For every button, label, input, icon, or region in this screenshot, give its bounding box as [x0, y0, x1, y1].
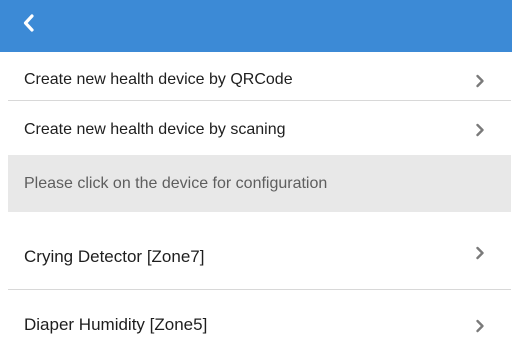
create-by-qrcode-label: Create new health device by QRCode — [24, 71, 293, 88]
chevron-right-icon — [476, 319, 484, 333]
chevron-right-icon — [476, 74, 484, 88]
device-item-crying-detector[interactable]: Crying Detector [Zone7] — [8, 212, 511, 290]
create-by-scanning-item[interactable]: Create new health device by scaning — [8, 101, 511, 143]
configuration-prompt: Please click on the device for configura… — [24, 175, 328, 192]
device-label-diaper-humidity: Diaper Humidity [Zone5] — [24, 315, 208, 334]
device-item-diaper-humidity[interactable]: Diaper Humidity [Zone5] — [8, 290, 511, 339]
device-label-crying-detector: Crying Detector [Zone7] — [24, 247, 205, 266]
top-app-bar — [0, 0, 512, 52]
device-list-header: Please click on the device for configura… — [8, 155, 511, 212]
back-button[interactable] — [18, 0, 58, 34]
create-by-scanning-label: Create new health device by scaning — [24, 121, 286, 138]
chevron-right-icon — [476, 123, 484, 137]
create-by-qrcode-item[interactable]: Create new health device by QRCode — [8, 59, 511, 101]
chevron-right-icon — [476, 246, 484, 260]
chevron-left-icon — [23, 14, 34, 32]
